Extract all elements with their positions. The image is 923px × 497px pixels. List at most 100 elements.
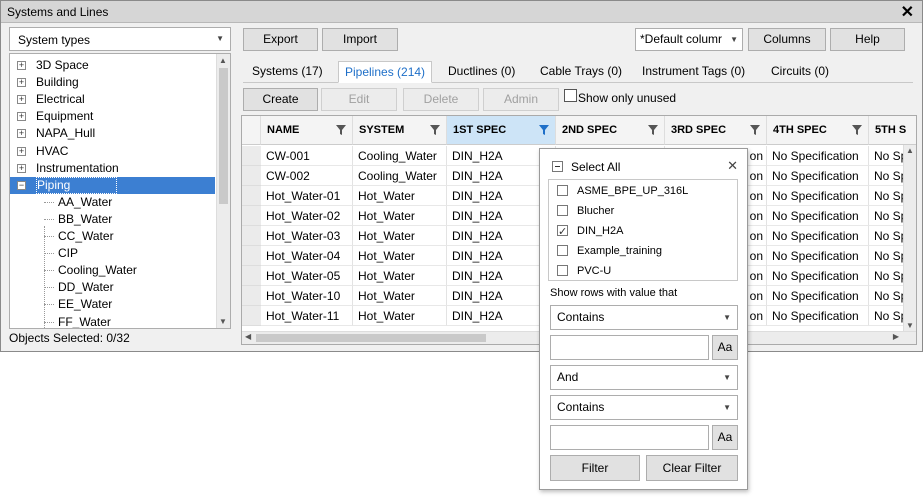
filter-funnel-icon[interactable] (750, 125, 760, 135)
condition-combiner-select[interactable]: And ▼ (550, 365, 738, 390)
column-header-4th-spec[interactable]: 4TH SPEC (767, 116, 869, 145)
expand-icon[interactable]: + (17, 112, 26, 122)
table-cell[interactable]: Cooling_Water (353, 166, 447, 186)
tree-item-cip[interactable]: CIP (44, 245, 78, 262)
tree-item-building[interactable]: + Building (10, 74, 210, 91)
table-cell[interactable]: Cooling_Water (353, 146, 447, 166)
tree-item-piping[interactable]: − Piping (10, 176, 215, 194)
close-icon[interactable]: ✕ (901, 2, 914, 22)
expand-icon[interactable]: + (17, 146, 26, 156)
expand-icon[interactable]: + (17, 78, 26, 88)
close-icon[interactable]: ✕ (727, 158, 738, 174)
scroll-down-icon[interactable]: ▼ (219, 317, 227, 326)
condition-value-1-input[interactable] (550, 335, 709, 360)
row-header[interactable] (242, 226, 261, 246)
table-cell[interactable]: No Specification (767, 266, 869, 286)
table-cell[interactable]: Hot_Water-02 (261, 206, 353, 226)
table-cell[interactable]: No Specification (767, 226, 869, 246)
row-header[interactable] (242, 286, 261, 306)
tree-item-aa-water[interactable]: AA_Water (44, 194, 112, 211)
column-header-system[interactable]: SYSTEM (353, 116, 447, 145)
import-button[interactable]: Import (322, 28, 398, 51)
column-preset-select[interactable]: *Default columr ▼ (635, 28, 743, 51)
clear-filter-button[interactable]: Clear Filter (646, 455, 738, 481)
tree-item-ee-water[interactable]: EE_Water (44, 296, 112, 313)
table-cell[interactable]: Hot_Water (353, 186, 447, 206)
column-header-name[interactable]: NAME (261, 116, 353, 145)
expand-icon[interactable]: + (17, 95, 26, 105)
table-cell[interactable]: Hot_Water (353, 286, 447, 306)
table-cell[interactable]: CW-001 (261, 146, 353, 166)
system-types-combo[interactable]: System types ▼ (9, 27, 231, 51)
scroll-thumb[interactable] (219, 68, 228, 204)
table-cell[interactable]: CW-002 (261, 166, 353, 186)
row-header[interactable] (242, 186, 261, 206)
edit-button[interactable]: Edit (321, 88, 397, 111)
column-header-5th-s[interactable]: 5TH S (869, 116, 916, 145)
help-button[interactable]: Help (830, 28, 905, 51)
expand-icon[interactable]: + (17, 61, 26, 70)
filter-option-checkbox[interactable]: ✓ (557, 225, 568, 238)
table-cell[interactable]: Hot_Water-04 (261, 246, 353, 266)
table-cell[interactable]: Hot_Water (353, 306, 447, 326)
condition-value-2-input[interactable] (550, 425, 709, 450)
column-header-3rd-spec[interactable]: 3RD SPEC (665, 116, 767, 145)
table-cell[interactable]: Hot_Water-01 (261, 186, 353, 206)
tree-item-3d-space[interactable]: +3D Space (10, 57, 210, 74)
condition-operator-2[interactable]: Contains ▼ (550, 395, 738, 420)
tab-systems[interactable]: Systems (17) (252, 61, 323, 83)
filter-funnel-icon[interactable] (336, 125, 346, 135)
columns-button[interactable]: Columns (748, 28, 826, 51)
tree-item-electrical[interactable]: + Electrical (10, 91, 210, 108)
row-header[interactable] (242, 206, 261, 226)
row-header[interactable] (242, 246, 261, 266)
scroll-up-icon[interactable]: ▲ (906, 146, 914, 155)
match-case-1-button[interactable]: Aa (712, 335, 738, 360)
filter-funnel-icon[interactable] (648, 125, 658, 135)
expand-icon[interactable]: + (17, 163, 26, 173)
filter-funnel-icon[interactable] (539, 125, 549, 135)
column-header-2nd-spec[interactable]: 2ND SPEC (556, 116, 665, 145)
system-tree[interactable]: +3D Space + Building + Electrical + Equipment +… (9, 53, 231, 329)
tree-item-equipment[interactable]: + Equipment (10, 108, 210, 125)
filter-option-checkbox[interactable] (557, 265, 568, 276)
filter-option-checkbox[interactable] (557, 205, 568, 216)
row-header[interactable] (242, 146, 261, 166)
scroll-thumb[interactable] (256, 334, 486, 342)
table-cell[interactable]: No Specification (767, 246, 869, 266)
table-cell[interactable]: Hot_Water (353, 246, 447, 266)
table-cell[interactable]: No Specification (767, 206, 869, 226)
row-header[interactable] (242, 166, 261, 186)
scroll-down-icon[interactable]: ▼ (906, 321, 914, 330)
filter-funnel-icon[interactable] (430, 125, 440, 135)
tree-item-cc-water[interactable]: CC_Water (44, 228, 114, 245)
filter-button[interactable]: Filter (550, 455, 640, 481)
table-cell[interactable]: No Specification (767, 166, 869, 186)
condition-operator-1[interactable]: Contains ▼ (550, 305, 738, 330)
tab-instrument-tags[interactable]: Instrument Tags (0) (642, 61, 745, 83)
tree-item-hvac[interactable]: + HVAC (10, 143, 210, 160)
tab-ductlines[interactable]: Ductlines (0) (448, 61, 515, 83)
row-header[interactable] (242, 266, 261, 286)
scroll-right-icon[interactable]: ▶ (893, 332, 899, 341)
filter-funnel-icon[interactable] (852, 125, 862, 135)
table-cell[interactable]: Hot_Water-03 (261, 226, 353, 246)
tab-cable-trays[interactable]: Cable Trays (0) (540, 61, 622, 83)
collapse-icon[interactable]: − (17, 180, 26, 190)
table-cell[interactable]: No Specification (767, 146, 869, 166)
table-cell[interactable]: Hot_Water (353, 226, 447, 246)
table-cell[interactable]: Hot_Water-10 (261, 286, 353, 306)
tree-item-cooling-water[interactable]: Cooling_Water (44, 262, 137, 279)
table-cell[interactable]: No Specification (767, 286, 869, 306)
table-cell[interactable]: No Specification (767, 186, 869, 206)
tree-scrollbar[interactable]: ▲ ▼ (216, 54, 230, 328)
row-header[interactable] (242, 306, 261, 326)
scroll-up-icon[interactable]: ▲ (219, 56, 227, 65)
table-cell[interactable]: Hot_Water (353, 266, 447, 286)
select-all-checkbox[interactable] (552, 161, 563, 172)
admin-button[interactable]: Admin (483, 88, 559, 111)
column-header-1st-spec[interactable]: 1ST SPEC (447, 116, 556, 145)
filter-option-checkbox[interactable] (557, 245, 568, 256)
show-only-unused-checkbox[interactable] (564, 89, 577, 102)
create-button[interactable]: Create (243, 88, 318, 111)
